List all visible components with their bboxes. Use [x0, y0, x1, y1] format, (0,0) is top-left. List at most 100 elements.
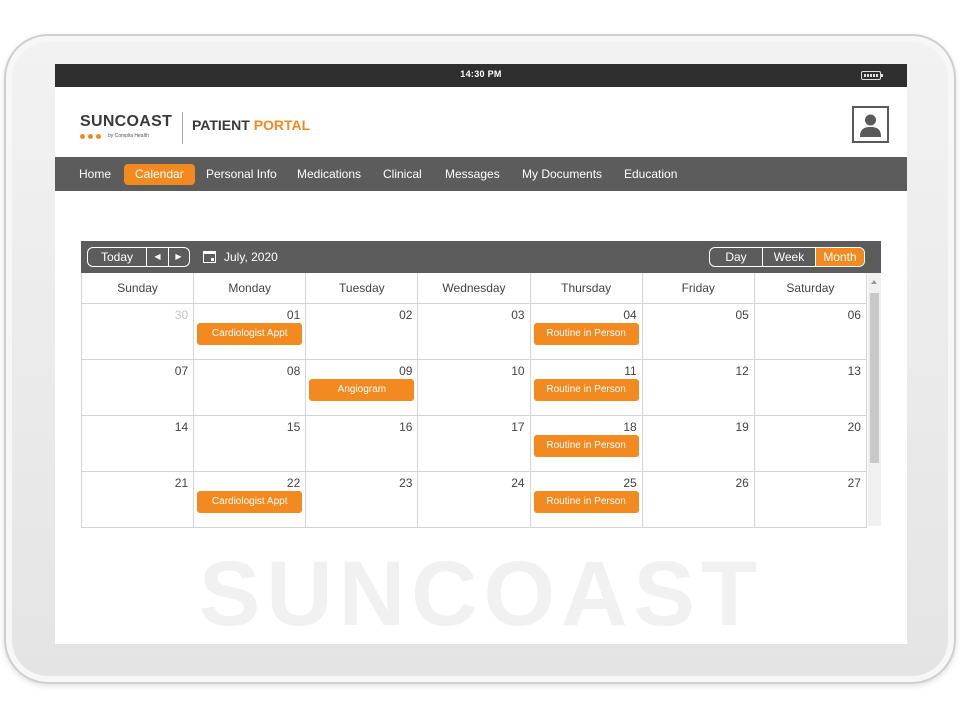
calendar-event[interactable]: Routine in Person — [534, 491, 639, 513]
nav-item-calendar[interactable]: Calendar — [124, 164, 195, 185]
day-cell[interactable]: 14 — [82, 416, 194, 471]
day-number: 07 — [175, 364, 188, 378]
calendar-scrollbar[interactable] — [868, 273, 881, 526]
day-cell[interactable]: 25Routine in Person — [531, 472, 643, 527]
day-cell[interactable]: 26 — [643, 472, 755, 527]
calendar-event[interactable]: Cardiologist Appt — [197, 491, 302, 513]
day-cell[interactable]: 04Routine in Person — [531, 304, 643, 359]
day-cell[interactable]: 06 — [755, 304, 867, 359]
day-cell[interactable]: 22Cardiologist Appt — [194, 472, 306, 527]
day-cell[interactable]: 20 — [755, 416, 867, 471]
day-cell[interactable]: 12 — [643, 360, 755, 415]
day-number: 15 — [287, 420, 300, 434]
weekday-header: SundayMondayTuesdayWednesdayThursdayFrid… — [81, 273, 867, 304]
week-row: 14 15 16 17 18Routine in Person 19 20 — [82, 416, 867, 472]
week-row: 30 01Cardiologist Appt 02 03 04Routine in Pe… — [82, 304, 867, 360]
nav-item-messages[interactable]: Messages — [434, 164, 511, 185]
calendar-event[interactable]: Routine in Person — [534, 323, 639, 345]
day-number: 09 — [399, 364, 412, 378]
view-switcher: Day Week Month — [709, 247, 865, 267]
next-month-button[interactable]: ▶ — [168, 247, 190, 267]
day-cell[interactable]: 18Routine in Person — [531, 416, 643, 471]
calendar-event[interactable]: Cardiologist Appt — [197, 323, 302, 345]
calendar-toolbar: Today ◀ ▶ July, 2020 Day Week Month — [81, 241, 881, 273]
weekday-sunday: Sunday — [82, 273, 194, 303]
view-month-button[interactable]: Month — [815, 248, 864, 266]
status-time: 14:30 PM — [55, 69, 907, 79]
day-cell[interactable]: 09Angiogram — [306, 360, 418, 415]
day-cell[interactable]: 23 — [306, 472, 418, 527]
day-number: 13 — [848, 364, 861, 378]
app-screen: 14:30 PM SUNCOAST by Complia Health PATI… — [55, 64, 907, 644]
day-cell[interactable]: 08 — [194, 360, 306, 415]
day-cell[interactable]: 16 — [306, 416, 418, 471]
day-cell[interactable]: 15 — [194, 416, 306, 471]
day-cell[interactable]: 17 — [418, 416, 530, 471]
battery-icon — [861, 71, 881, 80]
portal-title-word2: PORTAL — [254, 117, 311, 133]
day-number: 05 — [735, 308, 748, 322]
calendar-event[interactable]: Routine in Person — [534, 435, 639, 457]
logo-text: SUNCOAST — [80, 113, 172, 131]
week-row: 21 22Cardiologist Appt232425Routine in Pe… — [82, 472, 867, 528]
day-cell[interactable]: 24 — [418, 472, 530, 527]
nav-item-my-documents[interactable]: My Documents — [511, 164, 613, 185]
day-cell[interactable]: 21 — [82, 472, 194, 527]
calendar-event[interactable]: Angiogram — [309, 379, 414, 401]
day-cell[interactable]: 02 — [306, 304, 418, 359]
day-cell[interactable]: 01Cardiologist Appt — [194, 304, 306, 359]
nav-item-clinical[interactable]: Clinical — [372, 164, 433, 185]
day-number: 21 — [175, 476, 188, 490]
day-number: 30 — [175, 308, 188, 322]
calendar-event[interactable]: Routine in Person — [534, 379, 639, 401]
calendar-icon[interactable] — [203, 251, 216, 263]
logo-divider — [182, 112, 183, 144]
day-cell[interactable]: 27 — [755, 472, 867, 527]
day-number: 27 — [848, 476, 861, 490]
day-number: 16 — [399, 420, 412, 434]
nav-item-personal-info[interactable]: Personal Info — [195, 164, 288, 185]
day-number: 02 — [399, 308, 412, 322]
day-cell[interactable]: 13 — [755, 360, 867, 415]
day-cell[interactable]: 05 — [643, 304, 755, 359]
day-number: 17 — [511, 420, 524, 434]
day-number: 14 — [175, 420, 188, 434]
day-cell[interactable]: 03 — [418, 304, 530, 359]
day-number: 01 — [287, 308, 300, 322]
user-avatar-icon[interactable] — [852, 106, 889, 143]
day-number: 19 — [735, 420, 748, 434]
day-cell[interactable]: 11Routine in Person — [531, 360, 643, 415]
day-number: 26 — [735, 476, 748, 490]
scroll-up-arrow-icon[interactable] — [871, 280, 877, 284]
scroll-thumb[interactable] — [870, 293, 879, 463]
main-nav: HomeCalendarPersonal InfoMedicationsClin… — [55, 157, 907, 191]
day-cell[interactable]: 30 — [82, 304, 194, 359]
prev-month-button[interactable]: ◀ — [147, 247, 169, 267]
view-week-button[interactable]: Week — [762, 248, 815, 266]
day-number: 22 — [287, 476, 300, 490]
today-button[interactable]: Today — [87, 247, 147, 267]
nav-item-home[interactable]: Home — [68, 164, 122, 185]
month-grid: 3001Cardiologist Appt020304Routine in Pe… — [81, 304, 867, 528]
day-number: 08 — [287, 364, 300, 378]
weekday-friday: Friday — [643, 273, 755, 303]
suncoast-logo[interactable]: SUNCOAST by Complia Health — [80, 113, 172, 139]
status-bar: 14:30 PM — [55, 64, 907, 87]
portal-title-word1: PATIENT — [192, 117, 250, 133]
weekday-thursday: Thursday — [531, 273, 643, 303]
portal-title: PATIENT PORTAL — [192, 117, 310, 133]
day-number: 11 — [624, 364, 636, 378]
weekday-tuesday: Tuesday — [306, 273, 418, 303]
weekday-monday: Monday — [194, 273, 306, 303]
month-label: July, 2020 — [224, 250, 278, 264]
day-number: 18 — [623, 420, 636, 434]
day-number: 20 — [848, 420, 861, 434]
day-number: 03 — [511, 308, 524, 322]
day-cell[interactable]: 19 — [643, 416, 755, 471]
header: SUNCOAST by Complia Health PATIENT PORTA… — [55, 87, 907, 157]
nav-item-education[interactable]: Education — [613, 164, 688, 185]
day-cell[interactable]: 07 — [82, 360, 194, 415]
day-cell[interactable]: 10 — [418, 360, 530, 415]
nav-item-medications[interactable]: Medications — [286, 164, 372, 185]
view-day-button[interactable]: Day — [710, 248, 762, 266]
